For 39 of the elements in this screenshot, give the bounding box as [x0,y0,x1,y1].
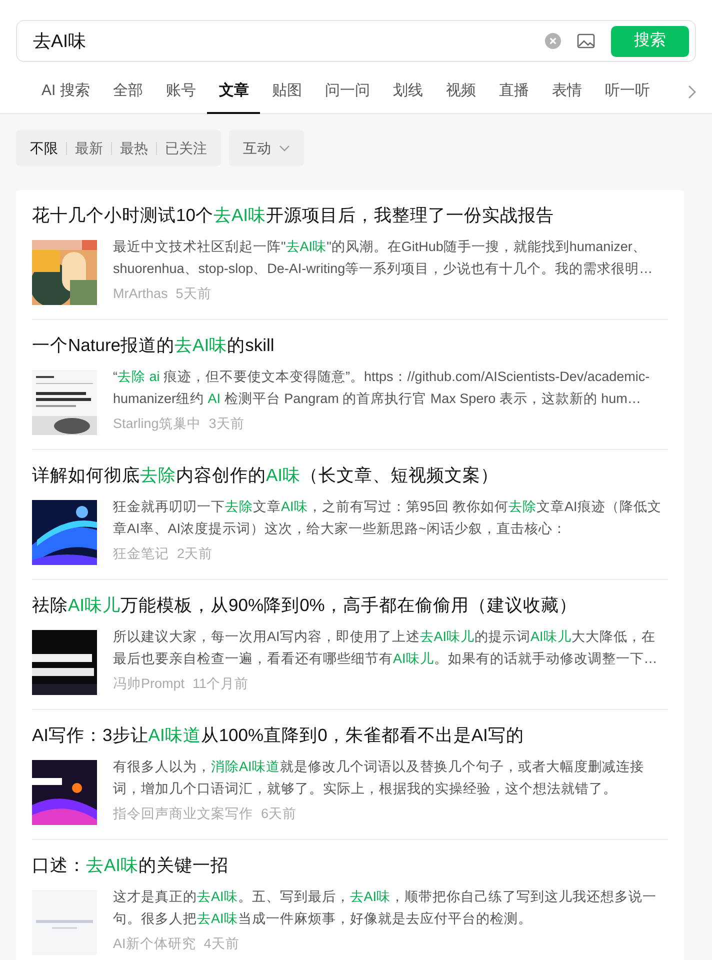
clear-icon[interactable] [545,33,561,49]
tab[interactable]: 视频 [434,70,488,114]
tab[interactable]: 贴图 [260,70,314,114]
chevron-right-icon[interactable] [686,84,698,100]
tab[interactable]: 账号 [154,70,208,114]
article-snippet: 所以建议大家，每一次用AI写内容，即使用了上述去AI味儿的提示词AI味儿大大降低，在最后也要亲自检查一遍，看看还有哪些细节有AI味儿。如果有的话就手动修改调整一下… [113,628,658,668]
article-snippet: 这才是真正的去AI味。五、写到最后，去AI味，顺带把你自己练了写到这儿我还想多说一句。很多人把去AI味当成一件麻烦事，好像就是去应付平台的检测。 [113,888,658,928]
tab[interactable]: 文章 [207,70,260,114]
filter-chip[interactable]: 不限 [22,138,66,158]
filter-chip[interactable]: 已关注 [157,138,215,158]
post-time: 2天前 [177,545,213,563]
article-snippet: 狂金就再叨叨一下去除文章AI味，之前有写过：第95回 教你如何去除文章AI痕迹（降低文章AI率、AI浓度提示词）这次，给大家一些新思路~闲话少叙，直击核心： [113,498,662,538]
search-field[interactable]: 去AI味 搜索 [16,20,696,62]
article-snippet: 有很多人以为，消除AI味道就是修改几个词语以及替换几个句子，或者大幅度删减连接词，增加几个口语词汇，就够了。实际上，根据我的实操经验，这个想法就错了。 [113,758,645,798]
article-title[interactable]: 花十几个小时测试10个去AI味开源项目后，我整理了一份实战报告 [32,202,668,228]
tab[interactable]: 问一问 [313,70,382,114]
interaction-dropdown[interactable]: 互动 [229,130,304,166]
filter-chip[interactable]: 最热 [112,138,156,158]
tab[interactable]: AI 搜索 [30,70,102,114]
caret-icon [279,144,290,152]
post-time: 6天前 [261,805,297,823]
tab[interactable]: 全部 [101,70,154,114]
article-title[interactable]: 祛除AI味儿万能模板，从90%降到0%，高手都在偷偷用（建议收藏） [32,592,668,618]
post-time: 11个月前 [192,675,249,693]
article-title[interactable]: 口述：去AI味的关键一招 [32,852,668,878]
image-icon[interactable] [577,33,595,49]
filter-chip[interactable]: 最新 [67,138,111,158]
post-time: 4天前 [204,935,240,953]
tab[interactable]: 划线 [381,70,434,114]
post-time: 3天前 [208,415,244,433]
tab[interactable]: 听一听 [593,70,662,114]
tab[interactable]: 直播 [487,70,540,114]
article-snippet: 最近中文技术社区刮起一阵"去AI味"的风潮。在GitHub随手一搜，就能找到humanizer、shuorenhua、stop-slop、De-AI-writing等一系列项目，少说也有十几个。我的需求很明… [113,238,654,278]
post-time: 5天前 [176,285,212,303]
article-title[interactable]: 详解如何彻底去除内容创作的AI味（长文章、短视频文案） [32,462,668,488]
article-title[interactable]: 一个Nature报道的去AI味的skill [32,332,668,358]
tab[interactable]: 表情 [540,70,594,114]
article-snippet: “去除 ai 痕迹，但不要使文本变得随意”。https：//github.com/AIScientists-Dev/academic-humanizer纽约 AI 检测平台 Pangram 的首席执行官 Max Spero 表示，这款新的 hum… [113,368,651,408]
article-title[interactable]: AI写作：3步让AI味道从100%直降到0，朱雀都看不出是AI写的 [32,722,668,748]
